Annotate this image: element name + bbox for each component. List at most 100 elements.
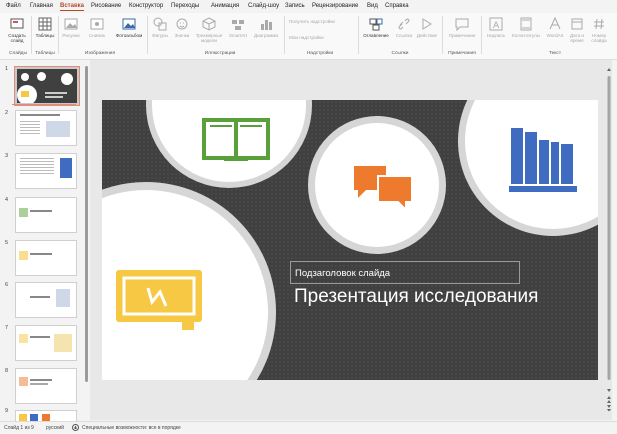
slide-number-label: 1: [5, 66, 9, 72]
zoom-button[interactable]: Оглавление: [360, 17, 392, 38]
menu-help[interactable]: Справка: [385, 3, 409, 9]
screenshot-icon: [90, 18, 104, 30]
thumb-title-line: [45, 92, 67, 94]
group-illustrations-label: Иллюстрации: [204, 51, 236, 56]
slide-thumbnail-6[interactable]: [15, 282, 77, 318]
header-footer-icon: [520, 17, 532, 31]
photo-album-button[interactable]: Фотоальбом: [112, 17, 146, 38]
ribbon: Создать слайд Таблицы Рисунки Снимок Фот…: [0, 13, 617, 60]
vertical-scrollbar[interactable]: [606, 66, 612, 412]
picture-icon: [64, 18, 78, 30]
link-button[interactable]: Ссылка: [394, 17, 414, 38]
slide-subtitle: Подзаголовок слайда: [295, 268, 391, 279]
slide-number-button[interactable]: Номер слайда: [588, 17, 610, 43]
ribbon-separator: [147, 16, 148, 54]
action-icon: [422, 18, 432, 30]
action-button[interactable]: Действие: [415, 17, 439, 38]
slide-thumbnail-3[interactable]: [15, 153, 77, 189]
table-icon: [38, 17, 52, 31]
menu-record[interactable]: Запись: [285, 3, 305, 9]
datetime-button[interactable]: Дата и время: [567, 17, 587, 43]
screenshot-button[interactable]: Снимок: [86, 17, 108, 38]
selection-indicator: [12, 104, 76, 105]
slide-thumbnail-4[interactable]: [15, 197, 77, 233]
subtitle-placeholder[interactable]: Подзаголовок слайда: [290, 261, 520, 284]
status-language[interactable]: русский: [46, 425, 64, 431]
icons-icon: [176, 18, 188, 30]
ribbon-separator: [284, 16, 285, 54]
slide-number-label: 3: [5, 153, 9, 159]
status-accessibility[interactable]: Специальные возможности: все в порядке: [82, 425, 181, 431]
accessibility-icon: [72, 424, 79, 431]
my-addins-button[interactable]: Мои надстройки: [289, 35, 359, 40]
menu-design[interactable]: Конструктор: [129, 3, 163, 9]
status-slide-info: Слайд 1 из 9: [4, 425, 34, 431]
thumb-circle: [37, 72, 46, 81]
hash-icon: [594, 18, 604, 30]
status-bar: Слайд 1 из 9 русский Специальные возможн…: [0, 421, 617, 434]
slide-thumbnail-2[interactable]: [15, 110, 77, 146]
ribbon-separator: [58, 16, 59, 54]
chart-button[interactable]: Диаграмма: [251, 17, 281, 38]
menu-insert[interactable]: Вставка: [60, 3, 84, 11]
books-icon: [509, 128, 577, 192]
icons-button[interactable]: Значки: [172, 17, 192, 38]
comment-button[interactable]: Примечание: [446, 17, 478, 38]
pictures-button[interactable]: Рисунки: [60, 17, 82, 38]
slide-1[interactable]: Подзаголовок слайда Презентация исследов…: [102, 100, 598, 380]
shapes-icon: [153, 17, 167, 31]
thumb-circle: [21, 73, 29, 81]
ribbon-separator: [358, 16, 359, 54]
slide-thumbnail-1[interactable]: [15, 67, 79, 105]
slide-number-label: 9: [5, 408, 9, 414]
svg-text:A: A: [493, 21, 500, 31]
ribbon-separator: [442, 16, 443, 54]
scrollbar-arrows-icon: [607, 68, 611, 412]
link-icon: [398, 18, 410, 30]
header-footer-button[interactable]: Колонтитулы: [510, 17, 542, 38]
menu-draw[interactable]: Рисование: [91, 3, 121, 9]
slide-thumbnail-pane: 1 2 3 4 5 6 7 8 9: [0, 60, 88, 422]
get-addins-button[interactable]: Получить надстройки: [289, 19, 359, 24]
slide-number-label: 7: [5, 325, 9, 331]
menu-review[interactable]: Рецензирование: [312, 3, 358, 9]
board-icon: [116, 270, 202, 330]
group-text-label: Текст: [548, 51, 562, 56]
comment-icon: [455, 18, 469, 31]
thumb-title-line: [45, 96, 63, 98]
menu-view[interactable]: Вид: [367, 3, 378, 9]
slide-number-label: 2: [5, 110, 9, 116]
photo-album-icon: [122, 18, 136, 30]
group-slides-label: Слайды: [9, 51, 27, 56]
slide-thumbnail-5[interactable]: [15, 240, 77, 276]
menu-home[interactable]: Главная: [30, 3, 53, 9]
wordart-icon: [549, 17, 561, 30]
cube-icon: [202, 17, 216, 31]
menu-animations[interactable]: Анимация: [211, 3, 239, 9]
slide-number-label: 4: [5, 197, 9, 203]
new-slide-button[interactable]: Создать слайд: [6, 17, 28, 43]
thumbnail-scrollbar[interactable]: [85, 66, 88, 382]
wordart-button[interactable]: WordArt: [544, 17, 566, 38]
new-slide-icon: [10, 18, 24, 29]
ribbon-separator: [481, 16, 482, 54]
menu-file[interactable]: Файл: [6, 3, 21, 9]
thumb-yellow-board: [21, 91, 29, 97]
slide-number-label: 8: [5, 368, 9, 374]
calendar-icon: [571, 18, 583, 30]
3d-models-button[interactable]: Трехмерные модели: [193, 17, 225, 43]
slide-title[interactable]: Презентация исследования: [294, 286, 554, 308]
slide-number-label: 6: [5, 282, 9, 288]
tables-button[interactable]: Таблицы: [34, 17, 56, 38]
ribbon-separator: [31, 16, 32, 54]
menu-bar: Файл Главная Вставка Рисование Конструкт…: [0, 0, 617, 13]
smartart-button[interactable]: SmartArt: [227, 17, 249, 38]
slide-thumbnail-8[interactable]: [15, 368, 77, 404]
slide-thumbnail-7[interactable]: [15, 325, 77, 361]
group-addins-label: Надстройки: [306, 51, 334, 56]
textbox-button[interactable]: A Надпись: [484, 17, 508, 38]
menu-transitions[interactable]: Переходы: [171, 3, 199, 9]
menu-slideshow[interactable]: Слайд-шоу: [248, 3, 279, 9]
shapes-button[interactable]: Фигуры: [150, 17, 170, 38]
textbox-icon: A: [489, 17, 503, 31]
